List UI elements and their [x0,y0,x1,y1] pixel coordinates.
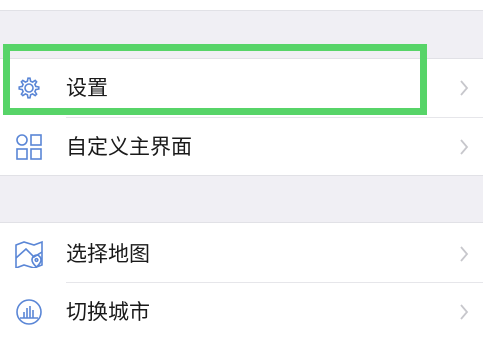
top-group-edge [0,0,483,11]
chevron-right-icon [459,138,469,156]
chevron-right-icon [459,303,469,321]
menu-item-select-map[interactable]: 选择地图 [0,225,483,283]
customize-home-label: 自定义主界面 [66,135,192,159]
map-icon [14,240,44,268]
settings-group-2: 选择地图 切换城市 [0,222,483,339]
menu-item-customize-home[interactable]: 自定义主界面 [0,118,483,176]
menu-item-settings[interactable]: 设置 [0,59,483,117]
city-icon [14,298,44,326]
settings-label: 设置 [66,76,108,100]
switch-city-label: 切换城市 [66,300,150,324]
layout-grid-icon [14,133,44,161]
settings-group-1: 设置 自定义主界面 [0,58,483,176]
chevron-right-icon [459,245,469,263]
gear-icon [14,74,44,102]
menu-item-switch-city[interactable]: 切换城市 [0,283,483,339]
chevron-right-icon [459,79,469,97]
settings-screen: 设置 自定义主界面 选择地图 切换城市 [0,0,483,339]
select-map-label: 选择地图 [66,242,150,266]
